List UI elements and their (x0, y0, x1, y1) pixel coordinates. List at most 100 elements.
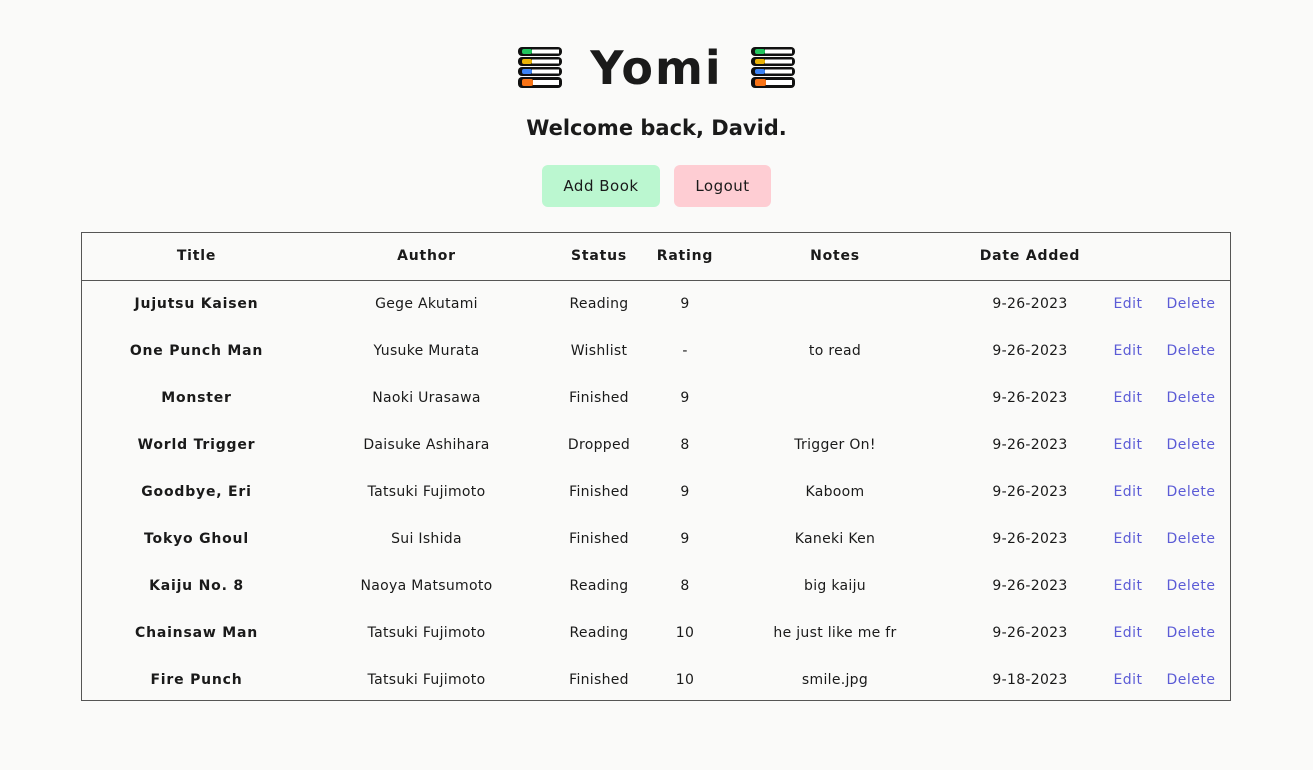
books-table-container: Title Author Status Rating Notes Date Ad… (81, 232, 1231, 701)
edit-link[interactable]: Edit (1113, 625, 1142, 641)
edit-cell: Edit (1104, 562, 1152, 609)
status-cell: Wishlist (570, 342, 628, 359)
book-title-cell: Monster (161, 389, 232, 406)
notes-cell: big kaiju (804, 577, 866, 594)
add-book-button[interactable]: Add Book (542, 165, 660, 207)
logout-button[interactable]: Logout (674, 165, 771, 207)
author-cell: Yusuke Murata (373, 342, 480, 359)
rating-cell: 9 (680, 389, 690, 406)
table-row: Fire Punch Tatsuki Fujimoto Finished 10 smil… (82, 656, 1230, 703)
date-added-cell: 9-26-2023 (992, 389, 1068, 406)
delete-link[interactable]: Delete (1167, 296, 1216, 312)
edit-link[interactable]: Edit (1113, 531, 1142, 547)
edit-link[interactable]: Edit (1113, 484, 1142, 500)
column-header-status[interactable]: Status (542, 233, 656, 280)
books-table: Title Author Status Rating Notes Date Ad… (82, 233, 1230, 703)
edit-cell: Edit (1104, 609, 1152, 656)
table-row: Jujutsu Kaisen Gege Akutami Reading 9 9-26-2… (82, 280, 1230, 327)
author-cell: Naoya Matsumoto (360, 577, 493, 594)
notes-cell: Kaneki Ken (794, 530, 876, 547)
notes-cell: Kaboom (805, 483, 865, 500)
table-row: One Punch Man Yusuke Murata Wishlist - to re… (82, 327, 1230, 374)
status-cell: Finished (569, 671, 629, 688)
rating-cell: 10 (675, 624, 695, 641)
delete-link[interactable]: Delete (1167, 531, 1216, 547)
edit-cell: Edit (1104, 656, 1152, 703)
column-header-date-added[interactable]: Date Added (956, 233, 1104, 280)
date-added-cell: 9-26-2023 (992, 624, 1068, 641)
edit-link[interactable]: Edit (1113, 296, 1142, 312)
author-cell: Tatsuki Fujimoto (367, 483, 486, 500)
author-cell: Naoki Urasawa (372, 389, 481, 406)
table-row: Kaiju No. 8 Naoya Matsumoto Reading 8 big ka… (82, 562, 1230, 609)
delete-link[interactable]: Delete (1167, 390, 1216, 406)
edit-cell: Edit (1104, 468, 1152, 515)
delete-cell: Delete (1152, 562, 1230, 609)
edit-link[interactable]: Edit (1113, 578, 1142, 594)
status-cell: Reading (569, 624, 629, 641)
app-title: Yomi (590, 41, 723, 95)
column-header-title[interactable]: Title (82, 233, 311, 280)
delete-link[interactable]: Delete (1167, 578, 1216, 594)
table-row: Goodbye, Eri Tatsuki Fujimoto Finished 9 Kab… (82, 468, 1230, 515)
date-added-cell: 9-26-2023 (992, 577, 1068, 594)
rating-cell: 8 (680, 436, 690, 453)
delete-cell: Delete (1152, 421, 1230, 468)
delete-cell: Delete (1152, 374, 1230, 421)
notes-cell: he just like me fr (773, 624, 897, 641)
table-header-row: Title Author Status Rating Notes Date Ad… (82, 233, 1230, 280)
book-title-cell: One Punch Man (129, 342, 264, 359)
date-added-cell: 9-18-2023 (992, 671, 1068, 688)
edit-link[interactable]: Edit (1113, 437, 1142, 453)
table-row: Monster Naoki Urasawa Finished 9 9-26-2023 Ed… (82, 374, 1230, 421)
table-row: World Trigger Daisuke Ashihara Dropped 8 Tri… (82, 421, 1230, 468)
column-header-rating[interactable]: Rating (656, 233, 714, 280)
delete-link[interactable]: Delete (1167, 672, 1216, 688)
book-title-cell: World Trigger (137, 436, 256, 453)
notes-cell: Trigger On! (794, 436, 876, 453)
welcome-message: Welcome back, David. (526, 116, 787, 140)
column-header-delete (1152, 233, 1230, 280)
author-cell: Tatsuki Fujimoto (367, 671, 486, 688)
column-header-author[interactable]: Author (311, 233, 542, 280)
date-added-cell: 9-26-2023 (992, 342, 1068, 359)
book-title-cell: Goodbye, Eri (141, 483, 252, 500)
status-cell: Finished (569, 483, 629, 500)
edit-link[interactable]: Edit (1113, 672, 1142, 688)
status-cell: Dropped (567, 436, 631, 453)
edit-cell: Edit (1104, 280, 1152, 327)
author-cell: Daisuke Ashihara (363, 436, 490, 453)
status-cell: Finished (569, 389, 629, 406)
table-row: Tokyo Ghoul Sui Ishida Finished 9 Kaneki Ken… (82, 515, 1230, 562)
edit-link[interactable]: Edit (1113, 343, 1142, 359)
author-cell: Tatsuki Fujimoto (367, 624, 486, 641)
status-cell: Reading (569, 577, 629, 594)
delete-link[interactable]: Delete (1167, 437, 1216, 453)
rating-cell: - (682, 342, 688, 359)
edit-link[interactable]: Edit (1113, 390, 1142, 406)
notes-cell (714, 374, 956, 421)
date-added-cell: 9-26-2023 (992, 436, 1068, 453)
status-cell: Finished (569, 530, 629, 547)
column-header-notes[interactable]: Notes (714, 233, 956, 280)
app-header: Yomi (0, 38, 1313, 98)
books-stack-icon (516, 44, 564, 92)
rating-cell: 9 (680, 530, 690, 547)
delete-cell: Delete (1152, 515, 1230, 562)
author-cell: Sui Ishida (391, 530, 462, 547)
notes-cell: smile.jpg (801, 671, 869, 688)
delete-cell: Delete (1152, 468, 1230, 515)
rating-cell: 9 (680, 295, 690, 312)
delete-link[interactable]: Delete (1167, 484, 1216, 500)
delete-link[interactable]: Delete (1167, 343, 1216, 359)
action-bar: Add Book Logout (0, 165, 1313, 207)
edit-cell: Edit (1104, 515, 1152, 562)
books-stack-icon (749, 44, 797, 92)
date-added-cell: 9-26-2023 (992, 530, 1068, 547)
rating-cell: 9 (680, 483, 690, 500)
date-added-cell: 9-26-2023 (992, 483, 1068, 500)
delete-link[interactable]: Delete (1167, 625, 1216, 641)
book-title-cell: Kaiju No. 8 (149, 577, 244, 594)
edit-cell: Edit (1104, 327, 1152, 374)
column-header-edit (1104, 233, 1152, 280)
